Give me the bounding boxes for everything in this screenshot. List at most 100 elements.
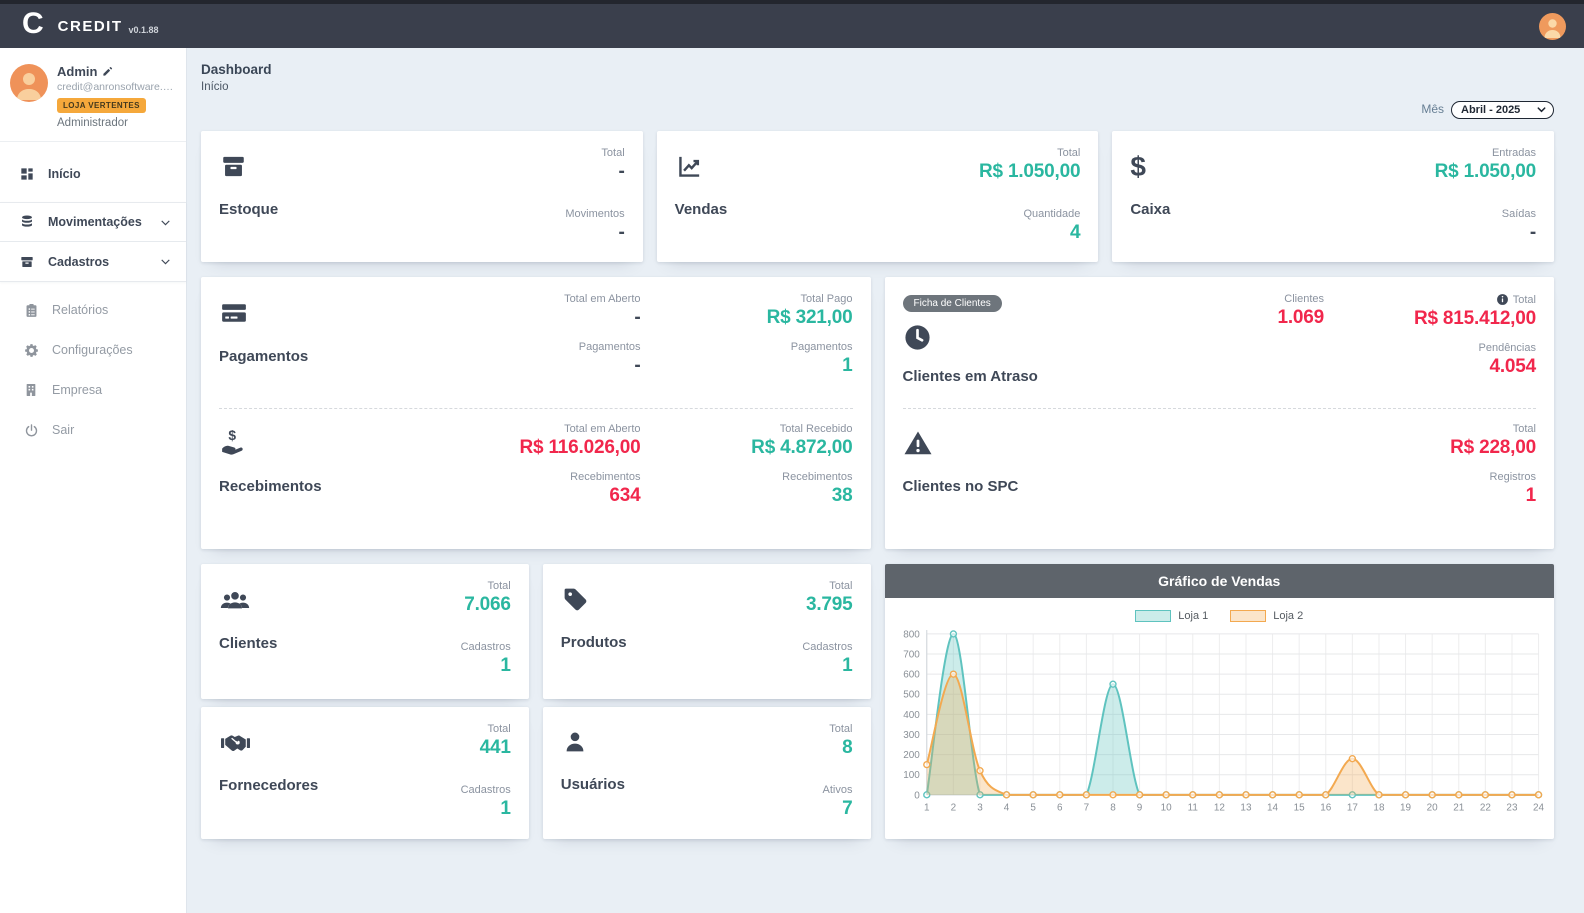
stat-value: 1 bbox=[461, 655, 511, 677]
card-title: Pagamentos bbox=[219, 348, 308, 365]
recebimentos-section: $ Recebimentos Total em AbertoR$ 116.026… bbox=[219, 423, 853, 534]
stat-label: Total Pago bbox=[641, 293, 853, 305]
svg-text:8: 8 bbox=[1110, 803, 1116, 814]
legend-label: Loja 1 bbox=[1178, 610, 1208, 622]
svg-text:7: 7 bbox=[1083, 803, 1089, 814]
card-title: Produtos bbox=[561, 634, 627, 651]
svg-text:6: 6 bbox=[1057, 803, 1063, 814]
stat-label: Total bbox=[1513, 294, 1536, 306]
clientes-atraso-spc-card: Ficha de Clientes Clientes em Atraso Cli… bbox=[885, 277, 1555, 549]
estoque-card: Estoque Total- Movimentos- bbox=[201, 131, 643, 262]
chevron-down-icon bbox=[159, 216, 172, 229]
card-title: Fornecedores bbox=[219, 777, 318, 794]
stat-label: Total bbox=[979, 147, 1080, 159]
info-icon[interactable] bbox=[1496, 293, 1509, 306]
stat-value: - bbox=[565, 161, 624, 183]
user-avatar[interactable] bbox=[1539, 13, 1566, 40]
stat-value: 1 bbox=[802, 655, 852, 677]
stat-value: 441 bbox=[461, 737, 511, 759]
month-filter: Mês Abril - 2025 bbox=[201, 99, 1554, 119]
svg-text:1: 1 bbox=[924, 803, 930, 814]
clipboard-icon bbox=[22, 301, 40, 319]
chevron-down-icon bbox=[159, 255, 172, 268]
svg-text:$: $ bbox=[228, 428, 236, 443]
card-title: Clientes em Atraso bbox=[903, 368, 1038, 385]
ficha-clientes-badge[interactable]: Ficha de Clientes bbox=[903, 295, 1002, 312]
store-badge[interactable]: LOJA VERTENTES bbox=[57, 98, 146, 113]
sidebar-item-cadastros[interactable]: Cadastros bbox=[0, 242, 186, 282]
sidebar-item-movimentacoes[interactable]: Movimentações bbox=[0, 202, 186, 242]
building-icon bbox=[22, 381, 40, 399]
stat-label: Cadastros bbox=[461, 784, 511, 796]
sidebar-item-configuracoes[interactable]: Configurações bbox=[0, 330, 186, 370]
profile-info: Admin credit@anronsoftware.co... LOJA VE… bbox=[57, 64, 176, 129]
clientes-card: Clientes Total7.066 Cadastros1 bbox=[201, 564, 529, 699]
stat-value: 38 bbox=[641, 485, 853, 507]
stat-value: 1 bbox=[1324, 485, 1536, 507]
svg-text:14: 14 bbox=[1267, 803, 1279, 814]
pencil-edit-icon[interactable] bbox=[102, 66, 113, 77]
svg-text:19: 19 bbox=[1400, 803, 1412, 814]
profile-email: credit@anronsoftware.co... bbox=[57, 81, 176, 93]
sidebar-item-empresa[interactable]: Empresa bbox=[0, 370, 186, 410]
svg-text:400: 400 bbox=[903, 710, 920, 721]
svg-text:4: 4 bbox=[1003, 803, 1009, 814]
svg-text:3: 3 bbox=[977, 803, 983, 814]
svg-text:5: 5 bbox=[1030, 803, 1036, 814]
stat-label: Total bbox=[565, 147, 624, 159]
person-icon bbox=[1539, 13, 1566, 40]
stat-label: Pendências bbox=[1324, 342, 1536, 354]
svg-text:21: 21 bbox=[1453, 803, 1465, 814]
avatar bbox=[10, 64, 48, 102]
svg-text:100: 100 bbox=[903, 770, 920, 781]
profile-role: Administrador bbox=[57, 117, 176, 129]
stat-value: 1 bbox=[641, 355, 853, 377]
card-title: Recebimentos bbox=[219, 478, 322, 495]
usuarios-card: Usuários Total8 Ativos7 bbox=[543, 707, 871, 839]
clock-icon bbox=[903, 323, 932, 352]
stat-label: Pagamentos bbox=[641, 341, 853, 353]
stat-label: Cadastros bbox=[461, 641, 511, 653]
sidebar-item-label: Cadastros bbox=[48, 255, 109, 269]
sidebar-item-sair[interactable]: Sair bbox=[0, 410, 186, 450]
legend-item[interactable]: Loja 1 bbox=[1135, 610, 1208, 622]
sidebar-nav: Início Movimentações Cadastros bbox=[0, 142, 186, 450]
grid-icon bbox=[18, 165, 36, 183]
stat-label: Total em Aberto bbox=[322, 423, 641, 435]
svg-text:23: 23 bbox=[1506, 803, 1518, 814]
stat-value: R$ 1.050,00 bbox=[979, 161, 1080, 183]
divider bbox=[903, 408, 1537, 409]
sidebar-item-relatorios[interactable]: Relatórios bbox=[0, 290, 186, 330]
main-content: Dashboard Início Mês Abril - 2025 Estoqu… bbox=[187, 48, 1584, 913]
stat-label: Total bbox=[461, 723, 511, 735]
database-icon bbox=[18, 213, 36, 231]
stat-value: 1 bbox=[461, 798, 511, 820]
svg-text:500: 500 bbox=[903, 690, 920, 701]
stat-label: Quantidade bbox=[979, 208, 1080, 220]
svg-text:600: 600 bbox=[903, 670, 920, 681]
stat-label: Total bbox=[802, 580, 852, 592]
month-label: Mês bbox=[1421, 102, 1444, 116]
breadcrumb: Dashboard Início bbox=[201, 62, 1554, 93]
stat-value: R$ 815.412,00 bbox=[1324, 308, 1536, 330]
tag-icon bbox=[561, 585, 590, 614]
clientes-spc-section: Clientes no SPC TotalR$ 228,00 Registros… bbox=[903, 423, 1537, 534]
month-select[interactable]: Abril - 2025 bbox=[1451, 101, 1554, 119]
stat-label: Recebimentos bbox=[641, 471, 853, 483]
stat-label: Entradas bbox=[1435, 147, 1536, 159]
legend-item[interactable]: Loja 2 bbox=[1230, 610, 1303, 622]
stat-label: Saídas bbox=[1435, 208, 1536, 220]
box-icon bbox=[219, 152, 248, 181]
svg-text:20: 20 bbox=[1426, 803, 1438, 814]
stat-value: - bbox=[308, 355, 640, 377]
person-icon bbox=[10, 64, 48, 102]
page-subtitle: Início bbox=[201, 81, 1554, 93]
stat-label: Registros bbox=[1324, 471, 1536, 483]
stat-label: Total Recebido bbox=[641, 423, 853, 435]
stat-value: 634 bbox=[322, 485, 641, 507]
svg-text:800: 800 bbox=[903, 629, 920, 640]
svg-text:17: 17 bbox=[1346, 803, 1358, 814]
sidebar-item-inicio[interactable]: Início bbox=[0, 154, 186, 194]
vendas-card: Vendas TotalR$ 1.050,00 Quantidade4 bbox=[657, 131, 1099, 262]
page-title: Dashboard bbox=[201, 62, 1554, 77]
